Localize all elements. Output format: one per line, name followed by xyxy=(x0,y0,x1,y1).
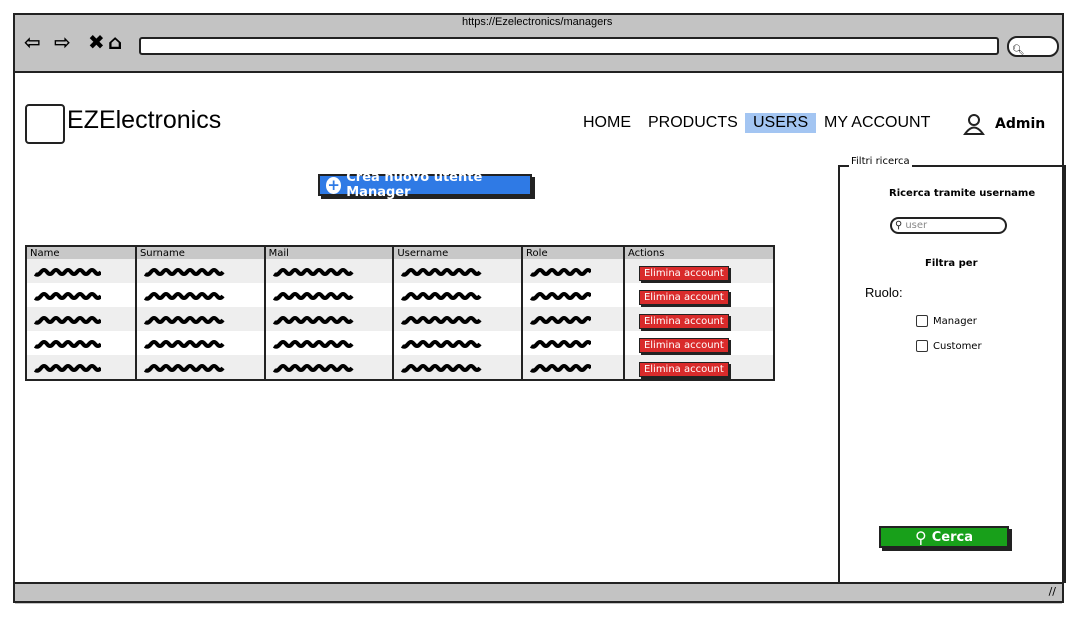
col-role: Role xyxy=(521,246,624,259)
redacted-text xyxy=(33,291,103,301)
table-row: Elimina account xyxy=(25,259,774,283)
checkbox-customer[interactable]: Customer xyxy=(916,340,982,352)
redacted-text xyxy=(143,291,225,301)
nav-home[interactable]: HOME xyxy=(575,113,639,133)
cell xyxy=(521,259,624,283)
nav-my-account[interactable]: MY ACCOUNT xyxy=(816,113,938,133)
redacted-text xyxy=(401,339,482,349)
cell xyxy=(134,259,265,283)
col-surname: Surname xyxy=(134,246,265,259)
cell-actions: Elimina account xyxy=(622,355,774,380)
search-icon: ⚲ xyxy=(895,220,903,231)
redacted-text xyxy=(33,315,103,325)
user-icon xyxy=(963,114,985,135)
role-label: Ruolo: xyxy=(865,285,903,300)
cell xyxy=(521,331,624,355)
cell xyxy=(263,331,394,355)
table-row: Elimina account xyxy=(25,331,774,355)
cell xyxy=(263,307,394,331)
search-heading: Ricerca tramite username xyxy=(889,188,1036,199)
user-name[interactable]: Admin xyxy=(995,116,1045,132)
option-label: Customer xyxy=(933,341,982,352)
redacted-text xyxy=(143,363,225,373)
create-manager-button[interactable]: + Crea nuovo utente Manager xyxy=(318,170,532,200)
cell xyxy=(263,259,394,283)
logo-text: EZElectronics xyxy=(67,106,222,134)
cell xyxy=(392,355,523,380)
redacted-text xyxy=(529,267,593,277)
cell xyxy=(263,283,394,307)
cell xyxy=(392,283,523,307)
button-label: Crea nuovo utente Manager xyxy=(346,170,483,200)
cell-actions: Elimina account xyxy=(622,283,774,307)
search-icon: ⚲ xyxy=(915,527,927,547)
delete-account-button[interactable]: Elimina account xyxy=(638,338,729,353)
cell xyxy=(263,355,394,380)
cell xyxy=(25,331,136,355)
delete-account-button[interactable]: Elimina account xyxy=(638,314,729,329)
filter-panel-title: Filtri ricerca xyxy=(849,156,912,167)
cell xyxy=(25,307,136,331)
cell xyxy=(521,355,624,380)
col-username: Username xyxy=(392,246,523,259)
redacted-text xyxy=(401,363,482,373)
redacted-text xyxy=(272,363,354,373)
cell-actions: Elimina account xyxy=(622,259,774,283)
cell-actions: Elimina account xyxy=(622,331,774,355)
cell xyxy=(134,355,265,380)
username-search-input[interactable]: ⚲ user xyxy=(890,217,1007,234)
redacted-text xyxy=(33,267,103,277)
filter-heading: Filtra per xyxy=(925,258,978,269)
cell xyxy=(134,307,265,331)
delete-account-button[interactable]: Elimina account xyxy=(638,266,729,281)
col-actions: Actions xyxy=(622,246,774,259)
option-label: Manager xyxy=(933,316,977,327)
redacted-text xyxy=(529,291,593,301)
col-name: Name xyxy=(25,246,136,259)
cell xyxy=(392,307,523,331)
cell xyxy=(134,283,265,307)
cell xyxy=(134,331,265,355)
plus-icon: + xyxy=(326,175,342,194)
delete-account-button[interactable]: Elimina account xyxy=(638,362,729,377)
button-label: Cerca xyxy=(931,529,973,545)
delete-account-button[interactable]: Elimina account xyxy=(638,290,729,305)
table-row: Elimina account xyxy=(25,283,774,307)
cell xyxy=(25,355,136,380)
redacted-text xyxy=(272,339,354,349)
redacted-text xyxy=(401,291,482,301)
redacted-text xyxy=(143,267,225,277)
cell xyxy=(392,259,523,283)
table-row: Elimina account xyxy=(25,355,774,380)
cell xyxy=(521,307,624,331)
cell xyxy=(521,283,624,307)
search-button[interactable]: ⚲ Cerca xyxy=(879,526,1009,548)
redacted-text xyxy=(272,315,354,325)
cell-actions: Elimina account xyxy=(622,307,774,331)
checkbox-manager[interactable]: Manager xyxy=(916,315,977,327)
redacted-text xyxy=(33,363,103,373)
cell xyxy=(392,331,523,355)
redacted-text xyxy=(272,267,354,277)
nav-users[interactable]: USERS xyxy=(745,113,817,133)
placeholder: user xyxy=(905,220,928,231)
redacted-text xyxy=(33,339,103,349)
col-mail: Mail xyxy=(263,246,394,259)
cell xyxy=(25,283,136,307)
redacted-text xyxy=(401,267,482,277)
redacted-text xyxy=(272,291,354,301)
cell xyxy=(25,259,136,283)
logo-image xyxy=(25,104,65,144)
table-row: Elimina account xyxy=(25,307,774,331)
redacted-text xyxy=(143,315,225,325)
redacted-text xyxy=(143,339,225,349)
nav-products[interactable]: PRODUCTS xyxy=(640,113,746,133)
redacted-text xyxy=(529,315,593,325)
redacted-text xyxy=(529,363,593,373)
users-table: Name Surname Mail Username Role Actions … xyxy=(25,245,775,381)
redacted-text xyxy=(529,339,593,349)
redacted-text xyxy=(401,315,482,325)
